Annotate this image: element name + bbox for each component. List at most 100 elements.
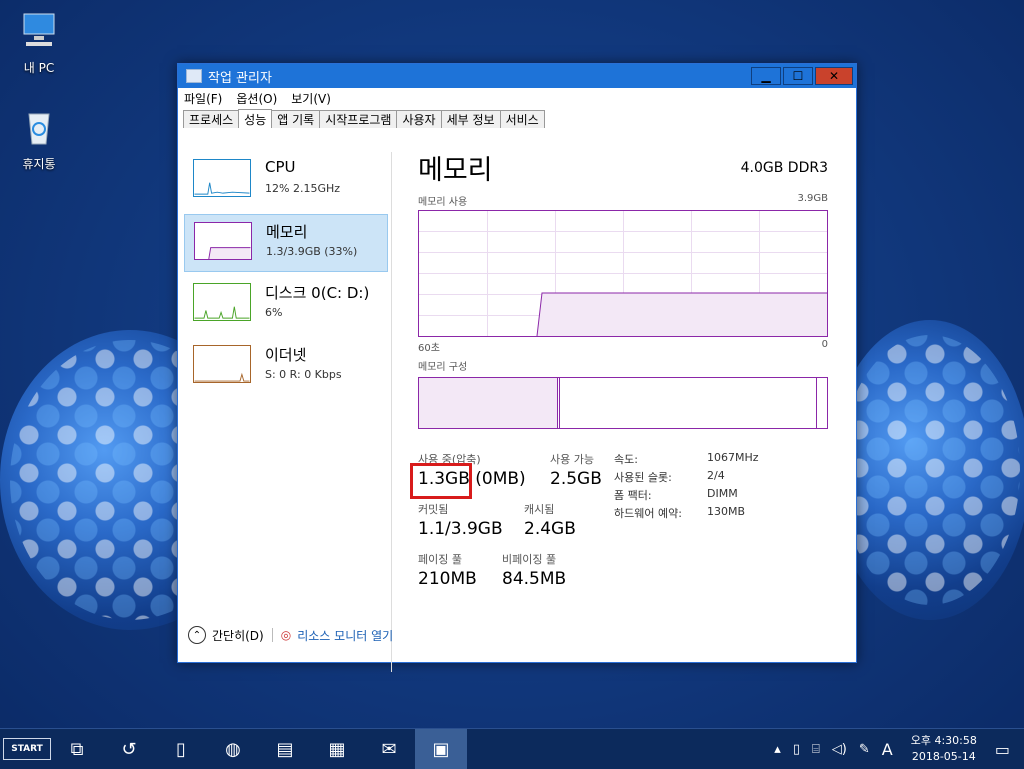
disk-mini-graph <box>193 283 251 321</box>
folder-icon[interactable]: ▤ <box>259 729 311 769</box>
sidebar-item-name: 디스크 0(C: D:) <box>265 284 370 302</box>
footer-separator <box>271 628 273 642</box>
menu-options[interactable]: 옵션(O) <box>236 90 277 107</box>
tab-users[interactable]: 사용자 <box>396 110 442 128</box>
task-view-icon[interactable]: ⧉ <box>51 729 103 769</box>
resource-sidebar: CPU 12% 2.15GHz 메모리 1.3/3.9GB (33%) 디스크 … <box>184 152 388 400</box>
tab-strip: 프로세스 성능 앱 기록 시작프로그램 사용자 세부 정보 서비스 <box>178 108 856 129</box>
fewer-details-button[interactable]: 간단히(D) <box>212 627 264 644</box>
paged-pool-value: 210MB <box>418 569 477 589</box>
battery-icon[interactable]: ▯ <box>793 742 800 757</box>
resource-monitor-link[interactable]: 리소스 모니터 열기 <box>297 627 393 644</box>
sidebar-item-name: CPU <box>265 158 296 176</box>
desktop-icon-recycle-bin[interactable]: 휴지통 <box>4 106 74 172</box>
sidebar-item-ethernet[interactable]: 이더넷 S: 0 R: 0 Kbps <box>184 338 388 396</box>
memory-usage-line <box>536 292 827 336</box>
volume-icon[interactable]: ◁) <box>832 742 847 757</box>
slots-value: 2/4 <box>707 469 725 482</box>
paged-pool-label: 페이징 풀 <box>418 553 462 566</box>
hardware-reserved-key: 하드웨어 예약: <box>614 507 682 520</box>
start-button[interactable]: START <box>3 738 51 760</box>
globe-icon[interactable]: ◍ <box>207 729 259 769</box>
speed-key: 속도: <box>614 453 638 466</box>
sidebar-item-value: S: 0 R: 0 Kbps <box>265 368 342 381</box>
tab-startup[interactable]: 시작프로그램 <box>319 110 398 128</box>
system-tray: ▴ ▯ ⌸ ◁) ✎ A 오후 4:30:58 2018-05-14 ▭ <box>768 729 1024 769</box>
taskbar: START ⧉ ↺ ▯ ◍ ▤ ▦ ✉ ▣ ▴ ▯ ⌸ ◁) ✎ A 오후 4:… <box>0 728 1024 769</box>
composition-label: 메모리 구성 <box>418 362 468 373</box>
memory-usage-graph <box>418 210 828 337</box>
highlight-box <box>410 463 472 499</box>
resource-monitor-icon: ◎ <box>280 628 292 642</box>
committed-value: 1.1/3.9GB <box>418 519 503 539</box>
mail-icon[interactable]: ✉ <box>363 729 415 769</box>
axis-right-label: 0 <box>821 339 828 350</box>
axis-left-label: 60초 <box>418 343 440 354</box>
tray-overflow-icon[interactable]: ▴ <box>774 742 781 757</box>
nonpaged-pool-label: 비페이징 풀 <box>502 553 557 566</box>
tab-app-history[interactable]: 앱 기록 <box>271 110 321 128</box>
desktop-icon-this-pc[interactable]: 내 PC <box>4 10 74 76</box>
menu-view[interactable]: 보기(V) <box>291 90 331 107</box>
memory-detail: 메모리 4.0GB DDR3 메모리 사용 3.9GB 60초 0 메모리 구성… <box>410 148 828 611</box>
window-title: 작업 관리자 <box>208 70 272 86</box>
cached-value: 2.4GB <box>524 519 576 539</box>
footer: ⌃ 간단히(D) ◎ 리소스 모니터 열기 <box>188 626 393 644</box>
recycle-bin-icon <box>28 113 50 145</box>
nonpaged-pool-value: 84.5MB <box>502 569 567 589</box>
clock-time: 오후 4:30:58 <box>910 734 977 747</box>
ime-indicator[interactable]: A <box>882 740 893 759</box>
sidebar-item-memory[interactable]: 메모리 1.3/3.9GB (33%) <box>184 214 388 272</box>
performance-panel: CPU 12% 2.15GHz 메모리 1.3/3.9GB (33%) 디스크 … <box>178 128 856 672</box>
form-factor-value: DIMM <box>707 487 738 500</box>
maximize-button[interactable]: ☐ <box>783 67 813 85</box>
memory-composition-bar <box>418 377 828 429</box>
menu-file[interactable]: 파일(F) <box>184 90 222 107</box>
memory-spec: 4.0GB DDR3 <box>740 160 828 176</box>
tab-processes[interactable]: 프로세스 <box>183 110 240 128</box>
cached-label: 캐시됨 <box>524 503 555 516</box>
cpu-mini-graph <box>193 159 251 197</box>
sidebar-item-cpu[interactable]: CPU 12% 2.15GHz <box>184 152 388 210</box>
sidebar-item-disk[interactable]: 디스크 0(C: D:) 6% <box>184 276 388 334</box>
chevron-up-icon[interactable]: ⌃ <box>188 626 206 644</box>
tab-details[interactable]: 세부 정보 <box>440 110 501 128</box>
sidebar-item-value: 12% 2.15GHz <box>265 182 341 195</box>
task-manager-icon <box>186 69 202 83</box>
store-icon[interactable]: ▦ <box>311 729 363 769</box>
task-manager-window: 작업 관리자 ▁ ☐ ✕ 파일(F) 옵션(O) 보기(V) 프로세스 성능 앱… <box>177 63 857 672</box>
monitor-icon <box>23 13 55 46</box>
menu-bar: 파일(F) 옵션(O) 보기(V) <box>178 88 856 108</box>
committed-label: 커밋됨 <box>418 503 449 516</box>
sidebar-item-value: 6% <box>265 306 283 319</box>
clock[interactable]: 오후 4:30:58 2018-05-14 <box>911 733 977 765</box>
memory-mini-graph <box>194 222 252 260</box>
form-factor-key: 폼 팩터: <box>614 489 652 502</box>
clock-date: 2018-05-14 <box>911 750 976 763</box>
close-button[interactable]: ✕ <box>815 67 853 85</box>
desktop-icon-label: 휴지통 <box>22 157 56 171</box>
task-manager-taskbar-icon[interactable]: ▣ <box>415 729 467 769</box>
sidebar-item-name: 메모리 <box>266 223 308 241</box>
sidebar-item-value: 1.3/3.9GB (33%) <box>266 245 358 258</box>
restore-icon[interactable]: ↺ <box>103 729 155 769</box>
tab-services[interactable]: 서비스 <box>499 110 545 128</box>
usage-graph-label: 메모리 사용 <box>418 197 468 208</box>
notification-icon[interactable]: ▭ <box>995 740 1010 759</box>
speed-value: 1067MHz <box>707 451 759 464</box>
available-label: 사용 가능 <box>550 453 594 466</box>
tab-performance[interactable]: 성능 <box>238 109 273 129</box>
slots-key: 사용된 슬롯: <box>614 471 672 484</box>
minimize-button[interactable]: ▁ <box>751 67 781 85</box>
sidebar-item-name: 이더넷 <box>265 346 307 364</box>
usage-graph-max: 3.9GB <box>797 193 828 204</box>
hardware-reserved-value: 130MB <box>707 505 746 518</box>
phone-icon[interactable]: ▯ <box>155 729 207 769</box>
ethernet-mini-graph <box>193 345 251 383</box>
desktop-icon-label: 내 PC <box>23 61 55 75</box>
network-icon[interactable]: ⌸ <box>812 742 820 757</box>
available-value: 2.5GB <box>550 469 602 489</box>
title-bar[interactable]: 작업 관리자 ▁ ☐ ✕ <box>178 64 856 88</box>
pen-icon[interactable]: ✎ <box>859 742 870 757</box>
memory-stats: 사용 중(압축) 1.3GB (0MB) 사용 가능 2.5GB 커밋됨 1.1… <box>410 451 828 611</box>
